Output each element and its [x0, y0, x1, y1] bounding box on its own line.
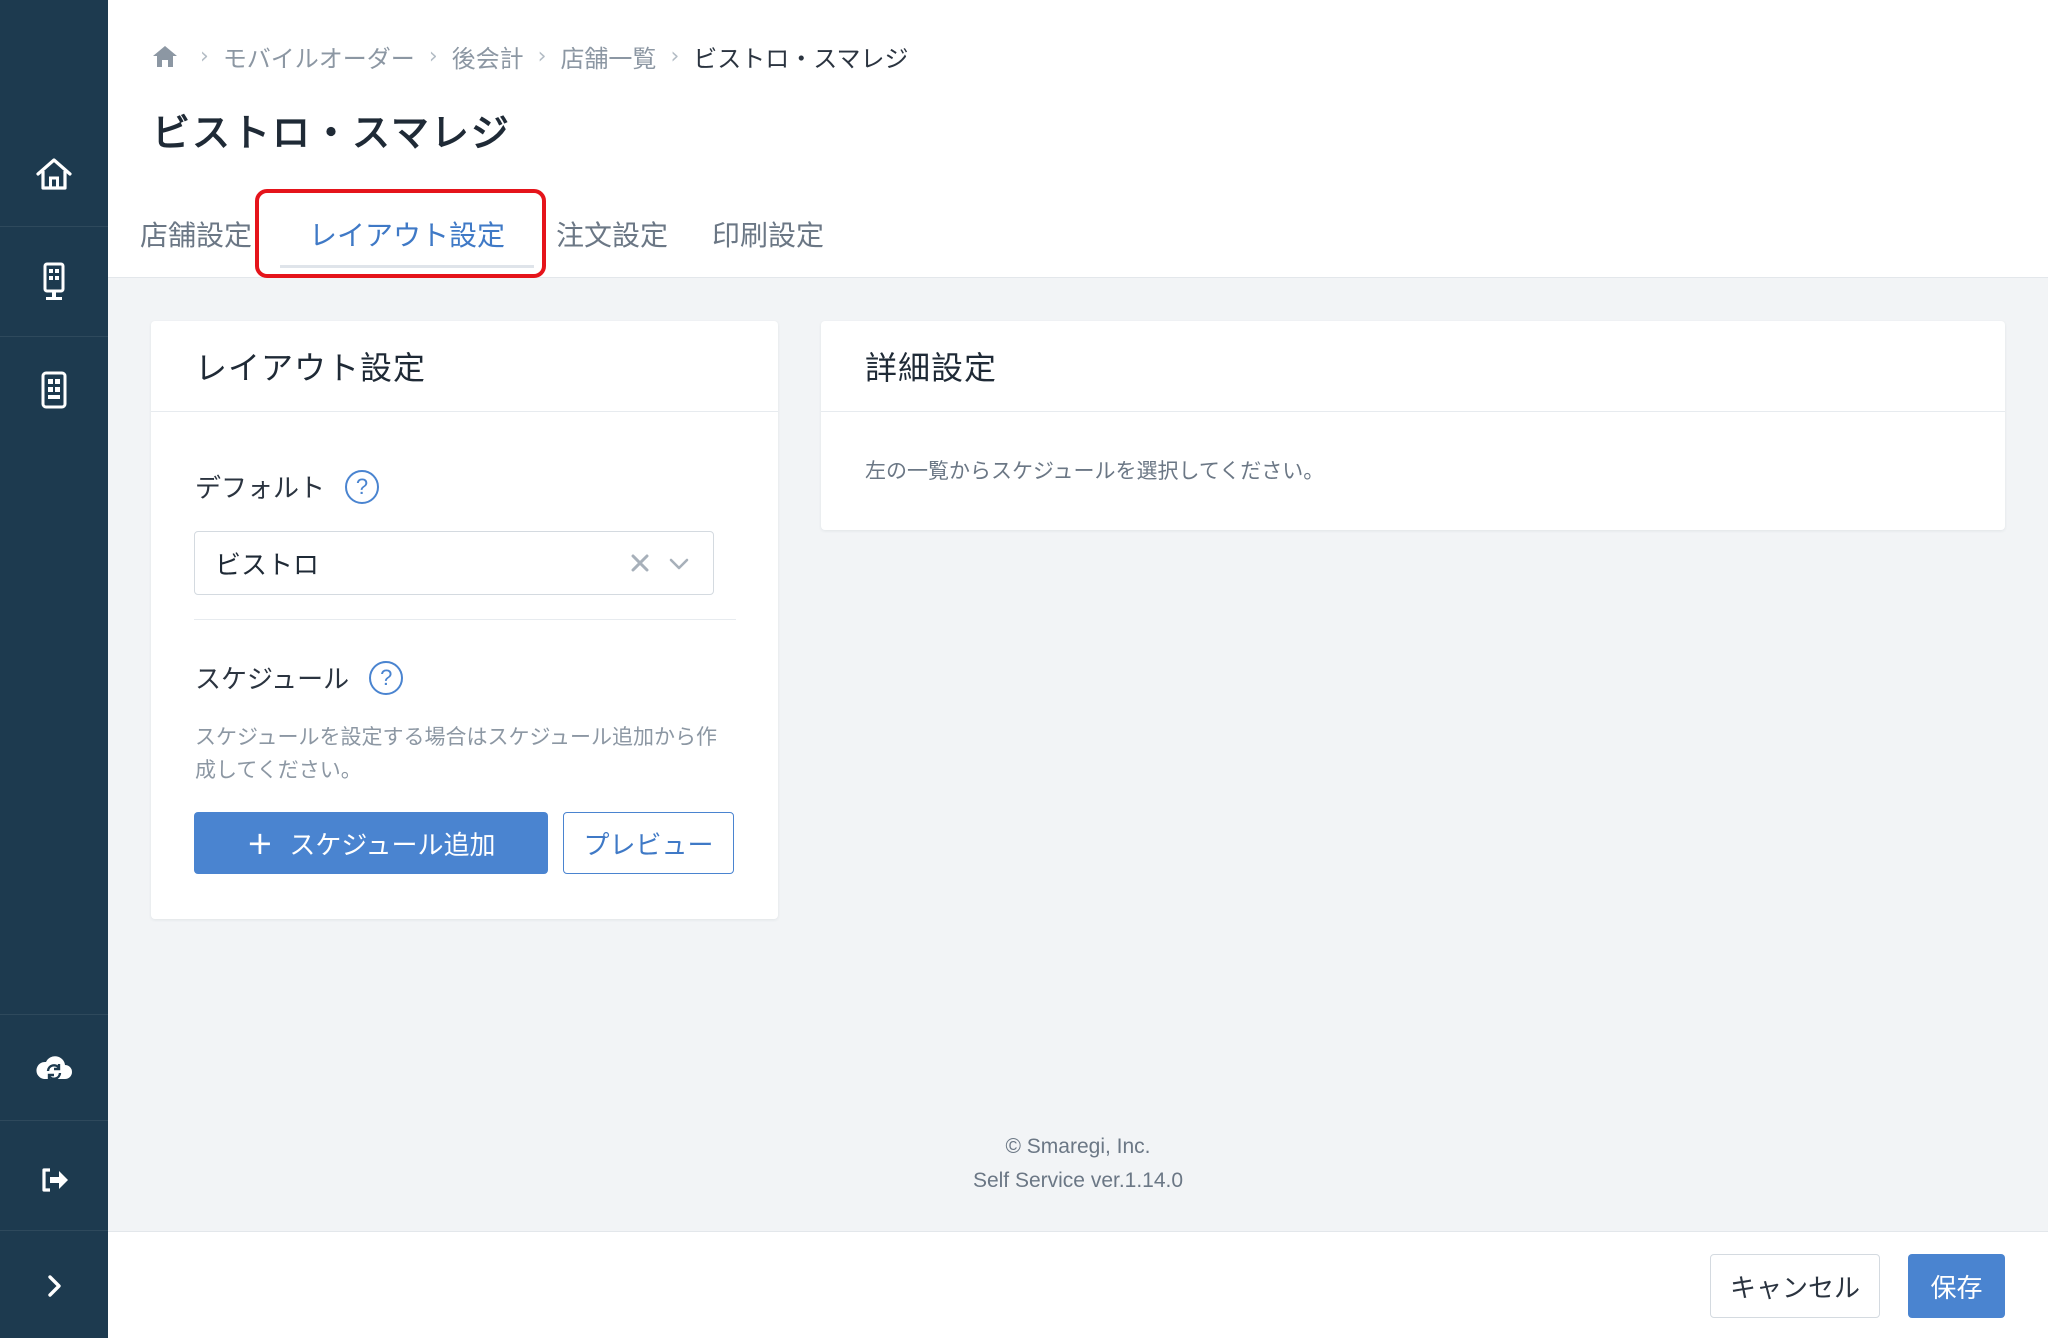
default-field-label: デフォルト ? — [195, 468, 380, 505]
schedule-hint: スケジュールを設定する場合はスケジュール追加から作成してください。 — [195, 725, 718, 782]
breadcrumb-item[interactable]: 店舗一覧 — [560, 39, 656, 74]
plus-icon: + — [246, 824, 274, 862]
tab-print-settings[interactable]: 印刷設定 — [712, 206, 872, 266]
sidebar-item-home[interactable] — [0, 120, 108, 228]
clear-icon[interactable] — [625, 548, 655, 578]
copyright: © Smaregi, Inc. Self Service ver.1.14.0 — [108, 1130, 2048, 1198]
detail-settings-card: 詳細設定 左の一覧からスケジュールを選択してください。 — [821, 321, 2005, 530]
layout-settings-card: レイアウト設定 デフォルト ? ビストロ スケジュール ? スケジュールを設定す… — [151, 321, 778, 919]
sidebar-item-kiosk[interactable] — [0, 228, 108, 336]
cancel-button[interactable]: キャンセル — [1710, 1254, 1880, 1318]
breadcrumb-separator-icon: › — [428, 43, 438, 69]
sidebar-item-sync[interactable] — [0, 1015, 108, 1123]
preview-button[interactable]: プレビュー — [563, 812, 734, 874]
tab-store-settings[interactable]: 店舗設定 — [132, 206, 262, 266]
chevron-down-icon[interactable] — [665, 550, 693, 578]
tab-layout-settings[interactable]: レイアウト設定 — [262, 206, 552, 268]
default-layout-select[interactable]: ビストロ — [194, 531, 714, 595]
breadcrumb-separator-icon: › — [537, 43, 547, 69]
expand-chevron-icon — [48, 1275, 61, 1297]
page-header: › モバイルオーダー › 後会計 › 店舗一覧 › ビストロ・スマレジ ビストロ… — [108, 0, 2048, 278]
help-icon[interactable]: ? — [369, 660, 404, 695]
home-icon — [36, 158, 72, 190]
card-title: レイアウト設定 — [151, 321, 778, 412]
sidebar-item-logout[interactable] — [0, 1126, 108, 1234]
save-button[interactable]: 保存 — [1908, 1254, 2005, 1318]
logout-icon — [42, 1168, 68, 1192]
sidebar-item-mobile-order[interactable] — [0, 336, 108, 444]
help-icon[interactable]: ? — [345, 469, 380, 504]
select-value: ビストロ — [215, 550, 320, 581]
kiosk-terminal-icon — [43, 262, 65, 300]
add-schedule-button[interactable]: + スケジュール追加 — [194, 812, 548, 874]
default-label: デフォルト — [195, 474, 326, 504]
cloud-sync-icon — [36, 1056, 72, 1080]
schedule-label: スケジュール — [195, 665, 350, 695]
version-text: Self Service ver.1.14.0 — [972, 1169, 1184, 1192]
empty-state-message: 左の一覧からスケジュールを選択してください。 — [865, 459, 1325, 483]
page-title: ビストロ・スマレジ — [152, 111, 511, 155]
home-icon[interactable] — [150, 41, 180, 71]
add-schedule-label: スケジュール追加 — [289, 830, 496, 861]
sidebar-divider — [0, 1230, 108, 1231]
breadcrumb-item[interactable]: モバイルオーダー — [223, 39, 415, 74]
mobile-order-icon — [41, 371, 67, 409]
breadcrumb-separator-icon: › — [670, 43, 680, 69]
divider — [194, 619, 736, 620]
sidebar-divider — [0, 1120, 108, 1121]
sidebar-divider — [0, 226, 108, 227]
breadcrumb-current: ビストロ・スマレジ — [693, 44, 909, 73]
sidebar-expand-button[interactable] — [0, 1232, 108, 1338]
tab-order-settings[interactable]: 注文設定 — [552, 206, 712, 266]
breadcrumb: › モバイルオーダー › 後会計 › 店舗一覧 › ビストロ・スマレジ — [150, 36, 909, 76]
settings-tabs: 店舗設定 レイアウト設定 注文設定 印刷設定 — [132, 206, 872, 268]
schedule-field-label: スケジュール ? — [195, 659, 404, 696]
copyright-text: © Smaregi, Inc. — [1005, 1135, 1151, 1158]
breadcrumb-separator-icon: › — [200, 43, 209, 69]
action-bar: キャンセル 保存 — [108, 1231, 2048, 1338]
card-title: 詳細設定 — [821, 321, 2005, 412]
sidebar — [0, 0, 108, 1338]
breadcrumb-item[interactable]: 後会計 — [452, 39, 524, 74]
